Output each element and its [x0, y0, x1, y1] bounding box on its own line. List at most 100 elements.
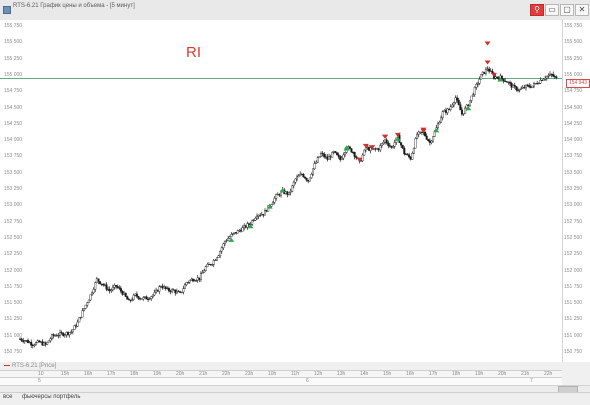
- candle-body: [89, 294, 92, 301]
- candle-body: [71, 329, 74, 333]
- candle-body: [68, 332, 71, 335]
- candle-body: [368, 147, 371, 151]
- candle-body: [406, 154, 409, 156]
- y-tick-label-left: 155 250: [4, 55, 23, 62]
- candle-body: [262, 214, 265, 216]
- candle-body: [344, 152, 347, 156]
- candle-body: [111, 287, 114, 291]
- candle-body: [102, 284, 105, 286]
- status-tab-all[interactable]: все: [3, 394, 12, 400]
- candle-body: [436, 123, 439, 129]
- candle-body: [332, 151, 335, 153]
- time-tick-label: 17h: [107, 371, 116, 377]
- candle-body: [452, 102, 455, 106]
- candle-body: [336, 152, 339, 156]
- candle-body: [115, 285, 118, 287]
- candle-body: [28, 342, 31, 344]
- candle-body: [380, 143, 383, 146]
- y-tick-label: 155 750: [564, 23, 583, 29]
- candle-body: [292, 181, 295, 186]
- candle-body: [320, 153, 323, 157]
- candle-body: [127, 299, 130, 301]
- y-tick-label-left: 150 750: [4, 349, 23, 355]
- candle-body: [182, 288, 185, 293]
- candle-body: [175, 291, 178, 294]
- candle-body: [94, 282, 97, 290]
- candle-body: [449, 106, 452, 110]
- maximize-button[interactable]: ▢: [560, 4, 574, 16]
- candle-body: [555, 76, 558, 78]
- y-tick-label: 152 750: [564, 218, 583, 225]
- candle-body: [537, 83, 540, 85]
- candle-body: [148, 298, 151, 300]
- candle-body: [265, 210, 268, 212]
- candle-body: [31, 344, 34, 346]
- candle-body: [108, 289, 111, 292]
- candle-body: [318, 156, 321, 158]
- candle-body: [412, 147, 415, 154]
- candle-body: [496, 76, 499, 78]
- candle-body: [377, 148, 380, 151]
- candle-body: [228, 236, 231, 239]
- candle-body: [411, 153, 414, 160]
- candle-body: [134, 293, 137, 296]
- candle-body: [372, 148, 375, 150]
- chart-area[interactable]: [0, 20, 590, 362]
- close-button[interactable]: ✕: [575, 4, 589, 16]
- candle-body: [475, 84, 478, 88]
- candle-body: [273, 198, 276, 203]
- candle-body: [76, 321, 79, 327]
- candle-body: [505, 81, 508, 83]
- candle-body: [312, 168, 315, 175]
- candle-body: [409, 156, 412, 160]
- candle-body: [385, 139, 388, 144]
- candle-body: [166, 288, 169, 290]
- candle-body: [246, 223, 249, 228]
- minimize-button[interactable]: ▭: [545, 4, 559, 16]
- candle-body: [171, 289, 174, 293]
- candle-body: [315, 161, 318, 164]
- candle-body: [126, 296, 129, 300]
- window-title: RTS-6.21 График цены и объема - [5 минут…: [13, 3, 135, 9]
- candle-body: [387, 142, 390, 146]
- candle-body: [484, 68, 487, 74]
- candle-body: [243, 225, 246, 228]
- time-tick-label: 15h: [61, 371, 70, 377]
- candle-body: [451, 104, 454, 108]
- candle-body: [110, 289, 113, 292]
- pin-button[interactable]: ⚲: [530, 4, 544, 16]
- candle-body: [520, 88, 523, 90]
- y-tick-label-left: 155 000: [4, 71, 23, 78]
- candle-body: [529, 86, 532, 88]
- candle-body: [195, 280, 198, 282]
- candle-body: [420, 131, 423, 133]
- y-tick-label: 154 500: [564, 104, 583, 111]
- candle-body: [236, 230, 239, 234]
- candle-body: [150, 296, 153, 299]
- candle-body: [78, 317, 81, 323]
- candle-body: [540, 79, 543, 81]
- candle-body: [352, 151, 355, 153]
- candle-body: [456, 97, 459, 101]
- candle-body: [241, 227, 244, 232]
- time-tick-label: 22h: [222, 371, 231, 377]
- candle-body: [271, 202, 274, 205]
- candle-body: [494, 76, 497, 79]
- candle-body: [457, 99, 460, 105]
- candle-body: [291, 185, 294, 192]
- candle-body: [201, 272, 204, 274]
- candle-body: [403, 147, 406, 155]
- time-tick-label: 12h: [314, 371, 323, 377]
- legend-line-swatch: [4, 365, 10, 366]
- candle-body: [364, 147, 367, 151]
- candle-body: [147, 298, 150, 300]
- candle-body: [180, 291, 183, 293]
- candle-body: [257, 215, 260, 217]
- candle-body: [193, 280, 196, 282]
- candle-body: [404, 153, 407, 155]
- price-chart[interactable]: [0, 20, 562, 362]
- status-tab-futures[interactable]: фьючерсы портфель: [22, 394, 80, 400]
- candle-body: [230, 233, 233, 237]
- candle-body: [416, 134, 419, 139]
- candle-body: [87, 299, 90, 304]
